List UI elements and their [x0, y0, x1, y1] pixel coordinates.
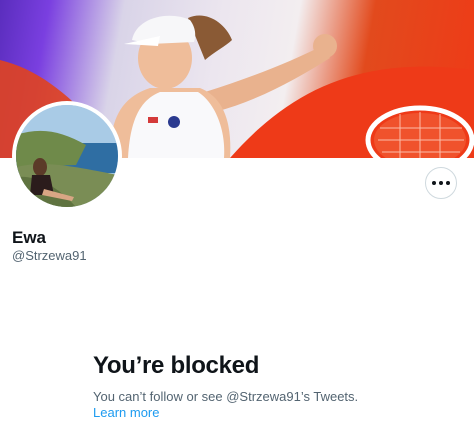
blocked-title: You’re blocked: [93, 352, 260, 379]
blocked-message-text: You can’t follow or see @Strzewa91’s Twe…: [93, 389, 359, 404]
profile-handle: @Strzewa91: [12, 248, 87, 263]
more-options-button[interactable]: [425, 167, 457, 199]
profile-name: Ewa: [12, 228, 47, 247]
avatar[interactable]: [12, 101, 122, 211]
learn-more-link[interactable]: Learn more: [93, 405, 159, 420]
blocked-message: You can’t follow or see @Strzewa91’s Twe…: [93, 389, 393, 421]
more-options-icon: [432, 181, 450, 185]
avatar-image: [16, 105, 118, 207]
